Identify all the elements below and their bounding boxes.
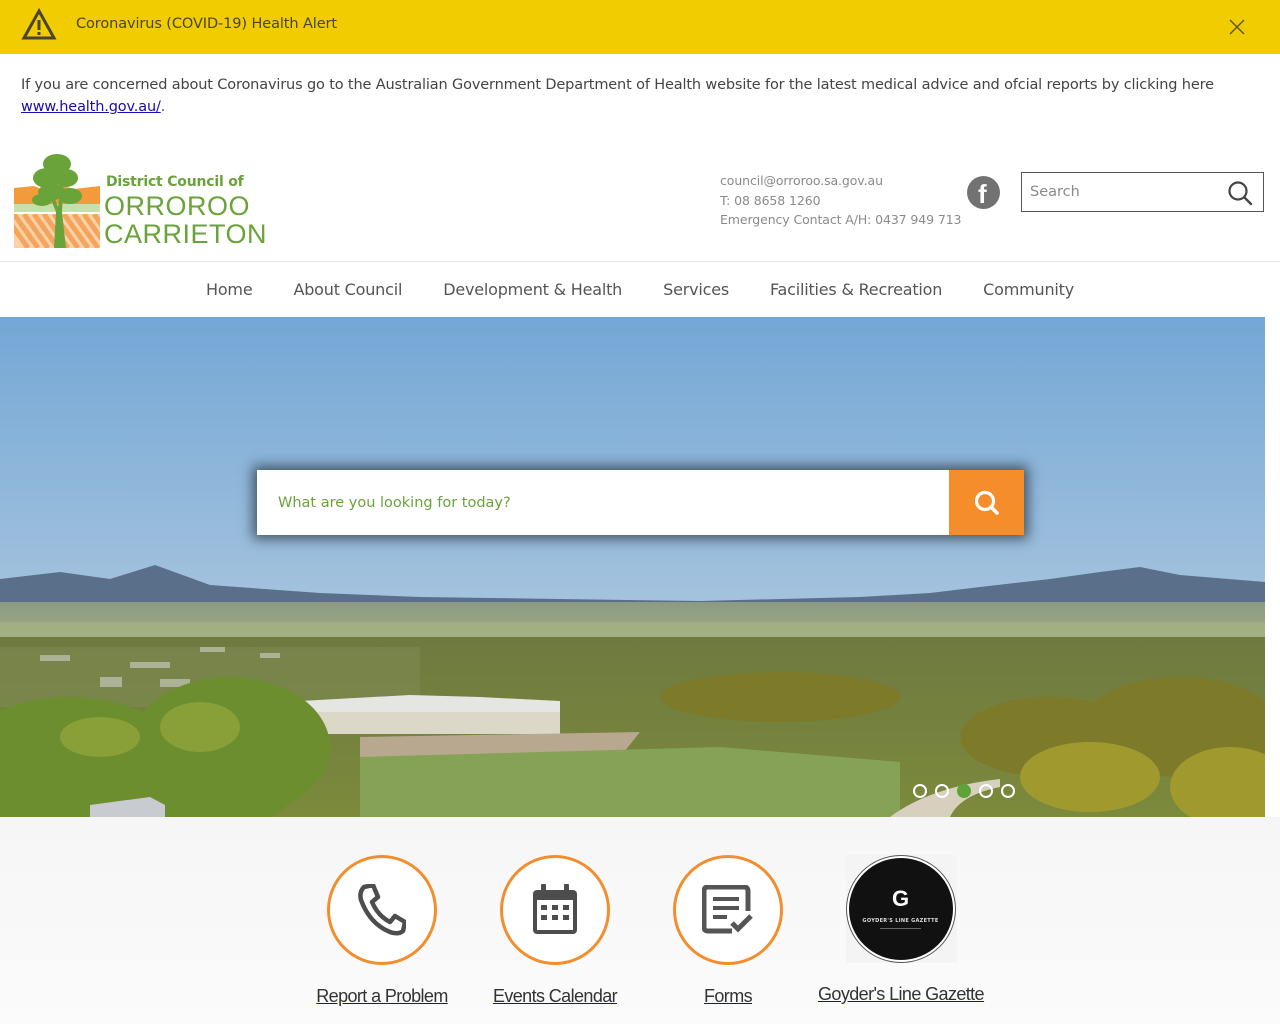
alert-message-text: If you are concerned about Coronavirus g…: [21, 77, 1214, 93]
logo-line-1: District Council of: [106, 174, 244, 190]
slide-dot-1[interactable]: [913, 784, 927, 798]
nav-item-services[interactable]: Services: [643, 262, 750, 317]
nav-item-development-health[interactable]: Development & Health: [423, 262, 643, 317]
slide-dot-5[interactable]: [1001, 784, 1015, 798]
quick-link-goyders-line-gazette[interactable]: G GOYDER'S LINE GAZETTE Goyder's Line Ga…: [811, 855, 991, 1006]
warning-triangle-icon: [21, 8, 57, 40]
nav-item-home[interactable]: Home: [186, 262, 273, 317]
slide-indicators: [913, 784, 1015, 798]
quick-link-forms[interactable]: Forms: [638, 855, 818, 1008]
contact-phone[interactable]: T: 08 8658 1260: [720, 191, 961, 211]
facebook-icon[interactable]: f: [967, 176, 1000, 209]
tree-landscape-icon: [14, 154, 100, 248]
search-icon: [974, 490, 999, 515]
logo-line-2: ORROROO: [104, 191, 251, 221]
slide-dot-4[interactable]: [979, 784, 993, 798]
slide-dot-2[interactable]: [935, 784, 949, 798]
health-website-link[interactable]: www.health.gov.au/: [21, 99, 161, 115]
header-search-input[interactable]: [1022, 173, 1222, 211]
hero-banner: [0, 317, 1265, 817]
quick-link-icon-circle: [500, 855, 610, 965]
quick-link-icon-circle: [673, 855, 783, 965]
close-icon[interactable]: [1227, 17, 1247, 37]
logo-line-3: CARRIETON: [104, 219, 268, 249]
council-logo[interactable]: District Council of ORROROO CARRIETON: [14, 152, 269, 252]
contact-email[interactable]: council@orroroo.sa.gov.au: [720, 171, 961, 191]
contact-info: council@orroroo.sa.gov.au T: 08 8658 126…: [720, 171, 962, 230]
quick-link-events-calendar[interactable]: Events Calendar: [465, 855, 645, 1008]
quick-link-report-a-problem[interactable]: Report a Problem: [292, 855, 472, 1008]
nav-item-facilities-recreation[interactable]: Facilities & Recreation: [749, 262, 962, 317]
quick-link-label[interactable]: Events Calendar: [465, 984, 645, 1008]
slide-dot-3[interactable]: [957, 784, 971, 798]
covid-alert-bar: Coronavirus (COVID-19) Health Alert: [0, 0, 1280, 54]
quick-link-label[interactable]: Forms: [638, 984, 818, 1008]
landscape-photo: [0, 317, 1265, 817]
gazette-logo-letter: G: [891, 886, 910, 911]
hero-search-bar: [257, 470, 1024, 535]
nav-item-about-council[interactable]: About Council: [273, 262, 423, 317]
alert-title[interactable]: Coronavirus (COVID-19) Health Alert: [76, 16, 337, 32]
contact-emergency[interactable]: Emergency Contact A/H: 0437 949 713: [720, 210, 962, 230]
main-nav: Home About Council Development & Health …: [0, 262, 1280, 317]
calendar-icon: [533, 884, 577, 934]
header-search: [1021, 172, 1264, 212]
gazette-logo-disc: G GOYDER'S LINE GAZETTE: [846, 856, 955, 962]
alert-message-trailing: .: [160, 99, 166, 115]
quick-links: Report a Problem Events Calendar Forms G…: [0, 817, 1280, 1024]
gazette-logo: G GOYDER'S LINE GAZETTE: [845, 855, 957, 963]
hero-search-input[interactable]: [257, 470, 949, 535]
quick-link-label[interactable]: Goyder's Line Gazette: [811, 982, 991, 1006]
hero-search-button[interactable]: [949, 470, 1024, 535]
quick-link-icon-circle: [327, 855, 437, 965]
gazette-logo-rule: [879, 928, 922, 929]
nav-item-community[interactable]: Community: [963, 262, 1095, 317]
search-icon[interactable]: [1227, 180, 1253, 206]
phone-icon: [358, 884, 406, 936]
form-check-icon: [702, 885, 753, 934]
alert-message: If you are concerned about Coronavirus g…: [21, 74, 1221, 118]
quick-link-label[interactable]: Report a Problem: [292, 984, 472, 1008]
gazette-logo-text: GOYDER'S LINE GAZETTE: [862, 918, 939, 924]
